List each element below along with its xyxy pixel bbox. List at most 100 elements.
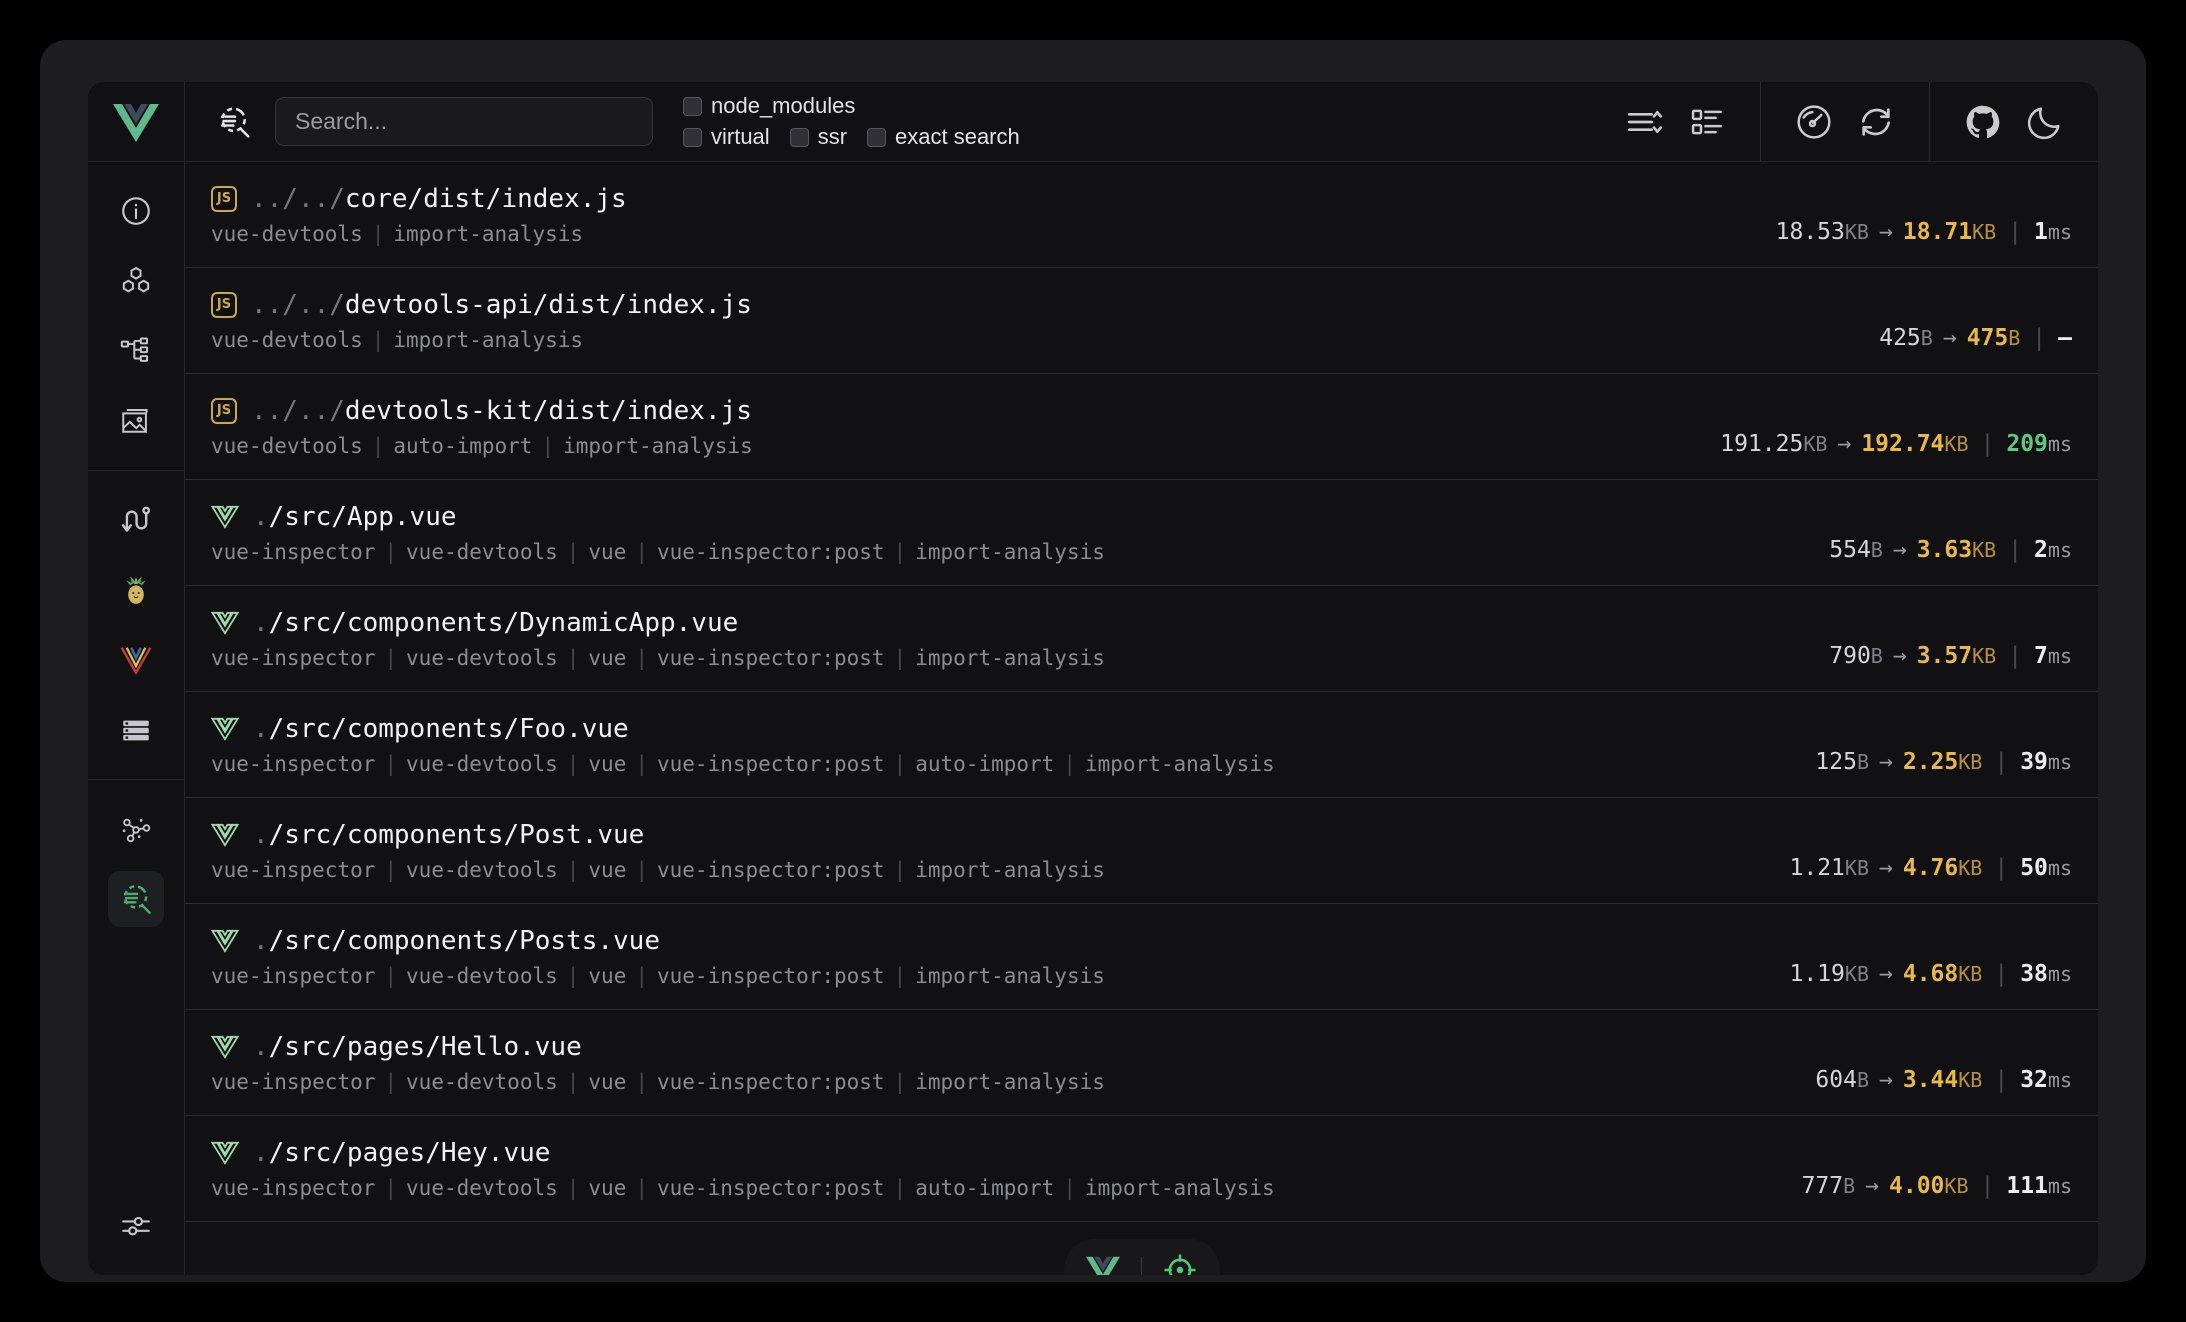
- view-mode-button[interactable]: [1676, 91, 1738, 153]
- plugin-separator: |: [375, 540, 406, 564]
- size-before: 191.25: [1720, 431, 1803, 457]
- duration-unit: ms: [2048, 220, 2072, 244]
- duration-unit: ms: [2048, 644, 2072, 668]
- plugin-tag: import-analysis: [393, 328, 583, 352]
- module-plugins: vue-inspector|vue-devtools|vue|vue-inspe…: [211, 1070, 1815, 1094]
- module-row[interactable]: ./src/pages/Hello.vue vue-inspector|vue-d…: [185, 1010, 2098, 1116]
- info-circle-icon: [119, 194, 153, 228]
- module-path: ../../core/dist/index.js: [251, 184, 627, 214]
- plugin-tag: vue-inspector: [211, 1176, 375, 1200]
- module-row-title: ./src/components/Foo.vue: [211, 714, 1815, 744]
- metrics-button[interactable]: [1783, 91, 1845, 153]
- size-before-unit: B: [1871, 538, 1883, 562]
- module-row[interactable]: JS../../core/dist/index.jsvue-devtools|i…: [185, 162, 2098, 268]
- search-mode-button[interactable]: [211, 99, 257, 145]
- checkbox-box[interactable]: [683, 128, 702, 147]
- sort-button[interactable]: [1614, 91, 1676, 153]
- sidebar-item-vueuse[interactable]: [108, 632, 164, 688]
- checkbox-ssr[interactable]: ssr: [790, 124, 847, 150]
- toolbar: node_modules virtual ssr: [185, 82, 2098, 162]
- size-after-unit: KB: [1972, 644, 1996, 668]
- checkbox-box[interactable]: [867, 128, 886, 147]
- module-plugins: vue-devtools|import-analysis: [211, 222, 1776, 246]
- module-row[interactable]: JS../../devtools-api/dist/index.jsvue-de…: [185, 268, 2098, 374]
- sidebar-item-routes[interactable]: [108, 492, 164, 548]
- module-row[interactable]: ./src/pages/Hey.vuevue-inspector|vue-dev…: [185, 1116, 2098, 1222]
- plugin-tag: auto-import: [915, 752, 1054, 776]
- github-button[interactable]: [1952, 91, 2014, 153]
- github-icon: [1963, 102, 2003, 142]
- sidebar-item-pinia[interactable]: [108, 562, 164, 618]
- pill-inspector-button[interactable]: [1152, 1242, 1208, 1275]
- module-row[interactable]: ./src/components/Foo.vuevue-inspector|vu…: [185, 692, 2098, 798]
- sidebar-item-modules[interactable]: [108, 253, 164, 309]
- size-after-unit: KB: [1944, 432, 1968, 456]
- module-row[interactable]: JS../../devtools-kit/dist/index.jsvue-de…: [185, 374, 2098, 480]
- plugin-tag: vue-inspector: [211, 858, 375, 882]
- plugin-tag: vue-inspector:post: [657, 858, 885, 882]
- module-row[interactable]: ./src/components/Posts.vuevue-inspector|…: [185, 904, 2098, 1010]
- plugin-tag: vue-devtools: [211, 328, 363, 352]
- refresh-icon: [1856, 102, 1896, 142]
- vue-file-icon: [211, 611, 239, 635]
- graph-icon: [119, 812, 153, 846]
- duration-unit: ms: [2048, 962, 2072, 986]
- size-after: 4.68: [1903, 961, 1958, 987]
- size-after-unit: KB: [1958, 962, 1982, 986]
- checkbox-exact-search[interactable]: exact search: [867, 124, 1020, 150]
- pill-vue-button[interactable]: [1075, 1242, 1131, 1275]
- module-plugins: vue-inspector|vue-devtools|vue|vue-inspe…: [211, 646, 1829, 670]
- size-after: 3.57: [1917, 643, 1972, 669]
- plugin-tag: import-analysis: [915, 540, 1105, 564]
- crosshair-target-icon: [1163, 1253, 1197, 1275]
- sidebar-item-graph[interactable]: [108, 801, 164, 857]
- module-row-info: JS../../core/dist/index.jsvue-devtools|i…: [211, 184, 1776, 246]
- image-icon: [119, 404, 153, 438]
- size-before-unit: B: [1857, 750, 1869, 774]
- theme-toggle-button[interactable]: [2014, 91, 2076, 153]
- sidebar-item-settings[interactable]: [108, 1198, 164, 1254]
- module-path: ./src/App.vue: [253, 502, 457, 532]
- plugin-separator: |: [558, 964, 589, 988]
- search-input[interactable]: [275, 97, 653, 146]
- module-path: ../../devtools-api/dist/index.js: [251, 290, 752, 320]
- refresh-button[interactable]: [1845, 91, 1907, 153]
- sidebar-item-server[interactable]: [108, 702, 164, 758]
- checkbox-virtual[interactable]: virtual: [683, 124, 770, 150]
- module-list[interactable]: JS../../core/dist/index.jsvue-devtools|i…: [185, 162, 2098, 1275]
- sidebar-item-assets[interactable]: [108, 393, 164, 449]
- checkbox-box[interactable]: [790, 128, 809, 147]
- plugin-tag: vue-inspector: [211, 540, 375, 564]
- module-row[interactable]: ./src/components/DynamicApp.vuevue-inspe…: [185, 586, 2098, 692]
- vue-file-icon-wrap: [211, 717, 239, 741]
- sidebar-group-footer: [88, 1177, 184, 1275]
- checkbox-box[interactable]: [683, 97, 702, 116]
- arrow-icon: →: [1869, 749, 1903, 775]
- sidebar-item-inspect[interactable]: [108, 871, 164, 927]
- vue-file-icon: [211, 505, 239, 529]
- plugin-tag: auto-import: [915, 1176, 1054, 1200]
- sidebar-item-overview[interactable]: [108, 183, 164, 239]
- module-row[interactable]: ./src/components/Post.vuevue-inspector|v…: [185, 798, 2098, 904]
- checkbox-node-modules[interactable]: node_modules: [683, 93, 855, 119]
- duration-unit: ms: [2048, 1068, 2072, 1092]
- metric-divider: |: [1996, 537, 2034, 563]
- arrow-icon: →: [1855, 1173, 1889, 1199]
- size-before: 1.19: [1790, 961, 1845, 987]
- module-path: ./src/pages/Hey.vue: [253, 1138, 550, 1168]
- plugin-tag: vue-devtools: [406, 964, 558, 988]
- module-row[interactable]: ./src/App.vuevue-inspector|vue-devtools|…: [185, 480, 2098, 586]
- sidebar-item-component-tree[interactable]: [108, 323, 164, 379]
- module-row-info: ./src/components/Posts.vuevue-inspector|…: [211, 926, 1790, 988]
- module-row-title: ./src/pages/Hello.vue: [211, 1032, 1815, 1062]
- plugin-separator: |: [885, 1070, 916, 1094]
- checkbox-label: virtual: [711, 124, 770, 150]
- arrow-icon: →: [1827, 431, 1861, 457]
- vue-logo-icon: [1086, 1255, 1120, 1275]
- plugin-tag: vue-inspector: [211, 646, 375, 670]
- plugin-separator: |: [375, 964, 406, 988]
- module-row-title: ./src/App.vue: [211, 502, 1829, 532]
- size-after-unit: KB: [1958, 1068, 1982, 1092]
- size-before: 604: [1815, 1067, 1857, 1093]
- size-before: 777: [1802, 1173, 1844, 1199]
